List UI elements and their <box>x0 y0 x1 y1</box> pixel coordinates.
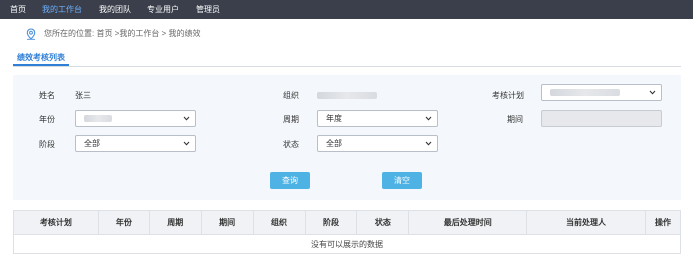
nav-item-my-workbench[interactable]: 我的工作台 <box>42 0 82 19</box>
chevron-down-icon <box>425 116 432 121</box>
nav-item-pro-users[interactable]: 专业用户 <box>147 0 179 19</box>
column-header[interactable]: 考核计划 <box>13 210 99 235</box>
nav-item-my-team[interactable]: 我的团队 <box>99 0 131 19</box>
period-type-label: 周期 <box>283 115 299 124</box>
stage-select[interactable]: 全部 <box>75 135 196 152</box>
column-header[interactable]: 阶段 <box>304 210 358 235</box>
chevron-down-icon <box>183 141 190 146</box>
period-label: 期间 <box>507 115 523 124</box>
status-label: 状态 <box>283 140 299 149</box>
column-header[interactable]: 状态 <box>356 210 410 235</box>
plan-select[interactable] <box>541 84 662 101</box>
breadcrumb-text: 您所在的位置: 首页 >我的工作台 > 我的绩效 <box>44 29 201 38</box>
stage-label: 阶段 <box>39 140 55 149</box>
period-input-disabled <box>541 110 662 127</box>
chevron-down-icon <box>649 90 656 95</box>
redacted-year-value <box>84 115 112 123</box>
column-header[interactable]: 组织 <box>252 210 306 235</box>
plan-label: 考核计划 <box>492 91 524 100</box>
search-panel: 姓名 张三 组织 考核计划 年份 周期 年度 期间 阶段 全部 状态 全部 查询… <box>13 75 681 200</box>
name-value: 张三 <box>75 91 91 100</box>
column-header[interactable]: 操作 <box>644 210 682 235</box>
column-header[interactable]: 最后处理时间 <box>408 210 528 235</box>
period-type-select[interactable]: 年度 <box>317 110 438 127</box>
nav-item-admin[interactable]: 管理员 <box>196 0 220 19</box>
status-value: 全部 <box>326 139 342 148</box>
clear-button[interactable]: 清空 <box>382 172 422 189</box>
status-select[interactable]: 全部 <box>317 135 438 152</box>
empty-table-message: 没有可以展示的数据 <box>13 234 681 254</box>
year-label: 年份 <box>39 115 55 124</box>
redacted-org-value <box>317 92 377 100</box>
redacted-plan-value <box>550 89 620 97</box>
nav-item-home[interactable]: 首页 <box>10 0 26 19</box>
column-header[interactable]: 当前处理人 <box>526 210 646 235</box>
tab-divider <box>13 66 681 67</box>
stage-value: 全部 <box>84 139 100 148</box>
location-pin-icon <box>26 28 36 40</box>
top-nav-bar: 首页 我的工作台 我的团队 专业用户 管理员 <box>0 0 693 19</box>
org-value-redacted <box>317 88 377 104</box>
table-header-row: 考核计划 年份 周期 期间 组织 阶段 状态 最后处理时间 当前处理人 操作 <box>13 210 682 235</box>
column-header[interactable]: 年份 <box>97 210 150 235</box>
period-type-value: 年度 <box>326 114 342 123</box>
results-table: 考核计划 年份 周期 期间 组织 阶段 状态 最后处理时间 当前处理人 操作 没… <box>13 210 682 254</box>
org-label: 组织 <box>283 91 299 100</box>
table-row: 没有可以展示的数据 <box>13 234 681 254</box>
year-select[interactable] <box>75 110 196 127</box>
chevron-down-icon <box>183 116 190 121</box>
column-header[interactable]: 期间 <box>200 210 254 235</box>
chevron-down-icon <box>425 141 432 146</box>
name-label: 姓名 <box>39 91 55 100</box>
query-button[interactable]: 查询 <box>270 172 310 189</box>
tab-performance-list[interactable]: 绩效考核列表 <box>13 51 69 66</box>
column-header[interactable]: 周期 <box>148 210 202 235</box>
